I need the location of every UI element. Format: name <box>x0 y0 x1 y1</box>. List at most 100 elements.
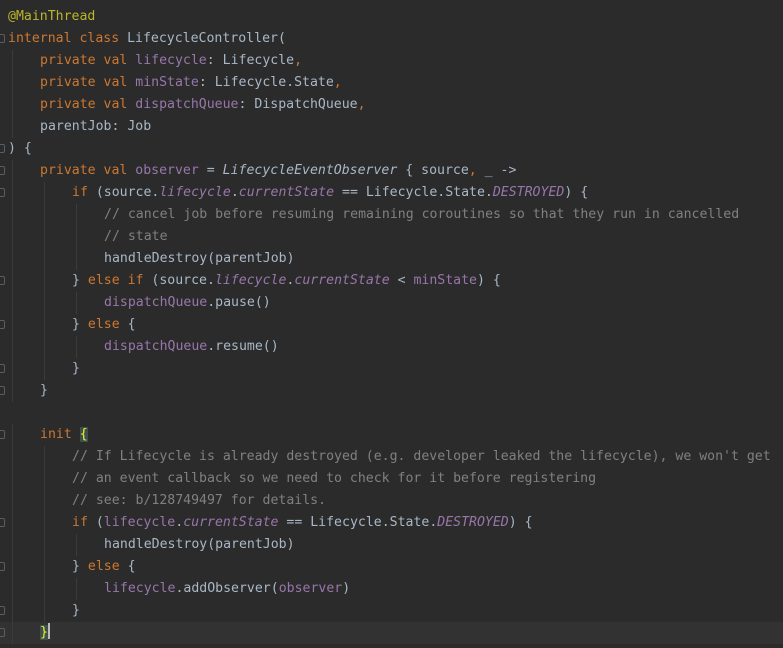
fold-marker-icon[interactable] <box>0 276 5 285</box>
code-token: DESTROYED <box>492 185 565 200</box>
code-token: , <box>294 53 303 68</box>
code-token: } <box>72 361 80 376</box>
fold-marker-icon[interactable] <box>0 606 5 615</box>
code-token: else <box>87 317 128 332</box>
code-token: } <box>72 559 88 574</box>
code-token: dispatchQueue <box>104 295 208 310</box>
code-line[interactable] <box>0 402 783 424</box>
fold-marker-icon[interactable] <box>0 166 5 175</box>
code-line[interactable]: handleDestroy(parentJob) <box>0 248 783 270</box>
code-text: internal class LifecycleController( <box>8 28 286 50</box>
code-text: dispatchQueue.resume() <box>104 336 279 358</box>
code-token: { <box>79 427 88 442</box>
code-line[interactable]: } <box>0 358 783 380</box>
code-token: // If Lifecycle is already destroyed (e.… <box>72 449 771 464</box>
code-line[interactable]: // cancel job before resuming remaining … <box>0 204 783 226</box>
code-token: == Lifecycle.State. <box>278 515 438 530</box>
code-line[interactable]: private val minState: Lifecycle.State, <box>0 72 783 94</box>
indent-guide <box>12 72 13 94</box>
fold-marker-icon[interactable] <box>0 144 5 153</box>
code-line[interactable]: } else { <box>0 314 783 336</box>
indent-guide <box>44 292 45 314</box>
code-line[interactable]: dispatchQueue.resume() <box>0 336 783 358</box>
code-line[interactable]: if (source.lifecycle.currentState == Lif… <box>0 182 783 204</box>
code-text: } <box>72 358 80 380</box>
code-line[interactable]: // see: b/128749497 for details. <box>0 490 783 512</box>
code-token: < <box>389 273 414 288</box>
code-line[interactable]: private val lifecycle: Lifecycle, <box>0 50 783 72</box>
indent-guide <box>44 468 45 490</box>
code-token: (source. <box>151 273 215 288</box>
code-line[interactable]: } <box>0 622 783 644</box>
code-line[interactable]: ) { <box>0 138 783 160</box>
code-line[interactable]: private val observer = LifecycleEventObs… <box>0 160 783 182</box>
code-token: _ -> <box>484 163 517 178</box>
indent-guide <box>76 336 77 358</box>
indent-guide <box>44 248 45 270</box>
code-line[interactable]: // state <box>0 226 783 248</box>
code-line[interactable]: } else if (source.lifecycle.currentState… <box>0 270 783 292</box>
code-line[interactable]: parentJob: Job <box>0 116 783 138</box>
fold-marker-icon[interactable] <box>0 562 5 571</box>
code-token: lifecycle <box>214 273 287 288</box>
code-line[interactable]: if (lifecycle.currentState == Lifecycle.… <box>0 512 783 534</box>
code-token: lifecycle <box>159 185 231 200</box>
code-line[interactable]: @MainThread <box>0 6 783 28</box>
code-token: . <box>230 185 239 200</box>
code-token: private val <box>40 75 136 90</box>
code-token: minState <box>413 273 478 288</box>
fold-marker-icon[interactable] <box>0 430 5 439</box>
code-editor[interactable]: @MainThread internal class LifecycleContr… <box>0 0 783 648</box>
code-line[interactable]: private val dispatchQueue: DispatchQueue… <box>0 94 783 116</box>
code-line[interactable]: handleDestroy(parentJob) <box>0 534 783 556</box>
fold-marker-icon[interactable] <box>0 320 5 329</box>
fold-marker-icon[interactable] <box>0 628 5 637</box>
indent-guide <box>12 622 13 644</box>
code-token: ) { <box>477 273 501 288</box>
fold-marker-icon[interactable] <box>0 188 5 197</box>
code-line[interactable]: dispatchQueue.pause() <box>0 292 783 314</box>
indent-guide <box>12 556 13 578</box>
code-token: // state <box>104 229 168 244</box>
indent-guide <box>12 204 13 226</box>
code-line[interactable]: // an event callback so we need to check… <box>0 468 783 490</box>
code-line[interactable]: } <box>0 380 783 402</box>
indent-guide <box>44 336 45 358</box>
code-token: currentState <box>294 273 390 288</box>
code-token: minState <box>135 75 199 90</box>
indent-guide <box>44 204 45 226</box>
indent-guide <box>76 292 77 314</box>
indent-guide <box>44 490 45 512</box>
fold-marker-icon[interactable] <box>0 34 5 43</box>
code-line[interactable]: } else { <box>0 556 783 578</box>
indent-guide <box>12 380 13 402</box>
code-token: private val <box>40 97 136 112</box>
code-text: private val dispatchQueue: DispatchQueue… <box>40 94 366 116</box>
indent-guide <box>44 446 45 468</box>
fold-marker-icon[interactable] <box>0 518 5 527</box>
code-token: private val <box>40 53 136 68</box>
indent-guide <box>12 50 13 72</box>
indent-guide <box>12 182 13 204</box>
text-caret <box>47 623 50 639</box>
fold-marker-icon[interactable] <box>0 364 5 373</box>
code-token: ( <box>95 515 104 530</box>
fold-marker-icon[interactable] <box>0 386 5 395</box>
code-token: else if <box>87 273 152 288</box>
code-token: handleDestroy(parentJob) <box>104 251 295 266</box>
code-text: // If Lifecycle is already destroyed (e.… <box>72 446 771 468</box>
code-text: // see: b/128749497 for details. <box>72 490 326 512</box>
indent-guide <box>76 226 77 248</box>
indent-guide <box>44 556 45 578</box>
code-text: init { <box>40 424 88 446</box>
code-line[interactable]: internal class LifecycleController( <box>0 28 783 50</box>
code-text: handleDestroy(parentJob) <box>104 534 295 556</box>
code-token: } <box>40 383 48 398</box>
code-line[interactable]: init { <box>0 424 783 446</box>
code-line[interactable]: } <box>0 600 783 622</box>
code-token: private val <box>40 163 136 178</box>
code-text: if (source.lifecycle.currentState == Lif… <box>72 182 588 204</box>
code-token: lifecycle <box>135 53 207 68</box>
code-line[interactable]: lifecycle.addObserver(observer) <box>0 578 783 600</box>
code-line[interactable]: // If Lifecycle is already destroyed (e.… <box>0 446 783 468</box>
